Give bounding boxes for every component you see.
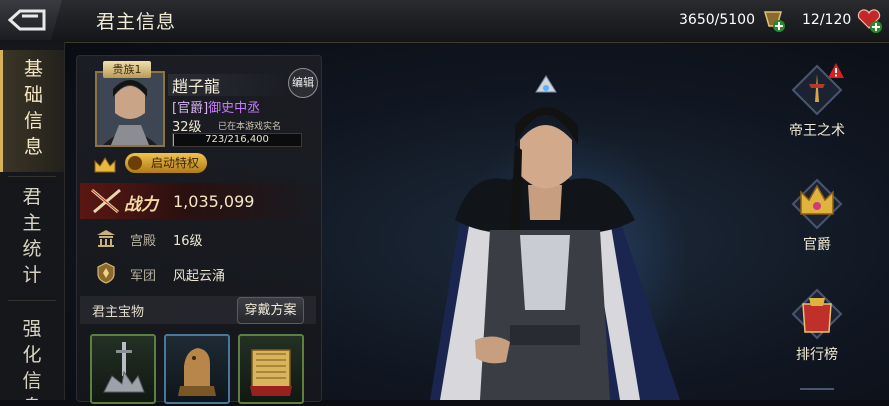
official-rank-button[interactable]: 官爵 bbox=[784, 176, 850, 254]
palace-icon bbox=[97, 230, 115, 247]
nobility-rank-tag: 贵族1 bbox=[103, 61, 151, 78]
ranking-icon bbox=[791, 288, 843, 340]
back-icon bbox=[8, 9, 46, 31]
legion-icon bbox=[97, 262, 115, 284]
top-bar: 君主信息 3650/5100 12/120 bbox=[0, 0, 889, 43]
ranking-button[interactable]: 排行榜 bbox=[784, 286, 850, 364]
exp-bar: 723/216,400 bbox=[172, 133, 302, 147]
crown-icon bbox=[94, 157, 116, 173]
exp-text: 723/216,400 bbox=[205, 134, 269, 145]
tab-label: 强化信息 bbox=[22, 318, 42, 400]
troop-counter: 3650/5100 bbox=[679, 12, 755, 28]
treasure-slot-beast[interactable] bbox=[164, 334, 230, 404]
back-button[interactable] bbox=[0, 0, 62, 40]
scroll-book-icon bbox=[250, 349, 292, 396]
tab-label: 基础信息 bbox=[23, 58, 43, 158]
heart-plus-icon[interactable] bbox=[855, 6, 883, 34]
wear-plan-button[interactable]: 穿戴方案 bbox=[237, 297, 304, 324]
tab-lord-stats[interactable]: 君主统计 bbox=[0, 184, 64, 294]
sidebar-divider bbox=[8, 300, 56, 301]
energy-counter: 12/120 bbox=[802, 12, 852, 28]
palace-label: 宫殿 bbox=[130, 234, 157, 249]
sword-altar-icon bbox=[103, 342, 145, 393]
hero-portrait bbox=[430, 75, 680, 400]
emperor-art-button[interactable]: 帝王之术 bbox=[784, 62, 850, 140]
combat-power-value: 1,035,099 bbox=[173, 192, 255, 211]
alert-icon bbox=[828, 63, 844, 78]
real-name-verified-text: 已在本游戏实名 bbox=[218, 122, 282, 132]
official-crown-icon bbox=[791, 178, 843, 230]
sidebar-divider bbox=[8, 176, 56, 177]
privilege-icon bbox=[128, 156, 142, 170]
official-title: [官爵]御史中丞 bbox=[172, 97, 260, 116]
palace-level: 16级 bbox=[173, 234, 203, 249]
official-prefix: [官爵] bbox=[172, 101, 209, 116]
avatar[interactable] bbox=[95, 71, 165, 147]
edit-button[interactable]: 编辑 bbox=[288, 68, 318, 98]
crossed-swords-icon bbox=[91, 188, 121, 214]
privilege-label: 启动特权 bbox=[150, 156, 199, 170]
tab-basic-info[interactable]: 基础信息 bbox=[0, 50, 64, 172]
emperor-art-label: 帝王之术 bbox=[789, 123, 845, 139]
treasure-slot-scroll[interactable] bbox=[238, 334, 304, 404]
beast-statue-icon bbox=[178, 348, 216, 396]
ranking-label: 排行榜 bbox=[796, 347, 838, 363]
tab-label: 君主统计 bbox=[22, 186, 42, 286]
tab-enhance-info[interactable]: 强化信息 bbox=[0, 316, 64, 400]
legion-label: 军团 bbox=[130, 269, 157, 284]
treasure-slot-sword[interactable] bbox=[90, 334, 156, 404]
legion-name: 风起云涌 bbox=[173, 269, 226, 284]
official-rank-label: 官爵 bbox=[803, 237, 831, 253]
page-title: 君主信息 bbox=[96, 11, 177, 33]
combat-power-label: 战力 bbox=[124, 195, 158, 215]
treasure-title: 君主宝物 bbox=[92, 305, 145, 320]
player-name: 趙子龍 bbox=[172, 77, 221, 96]
official-name: 御史中丞 bbox=[208, 101, 261, 116]
troop-plus-icon[interactable] bbox=[759, 6, 787, 34]
activate-privilege-button[interactable]: 启动特权 bbox=[125, 153, 207, 173]
